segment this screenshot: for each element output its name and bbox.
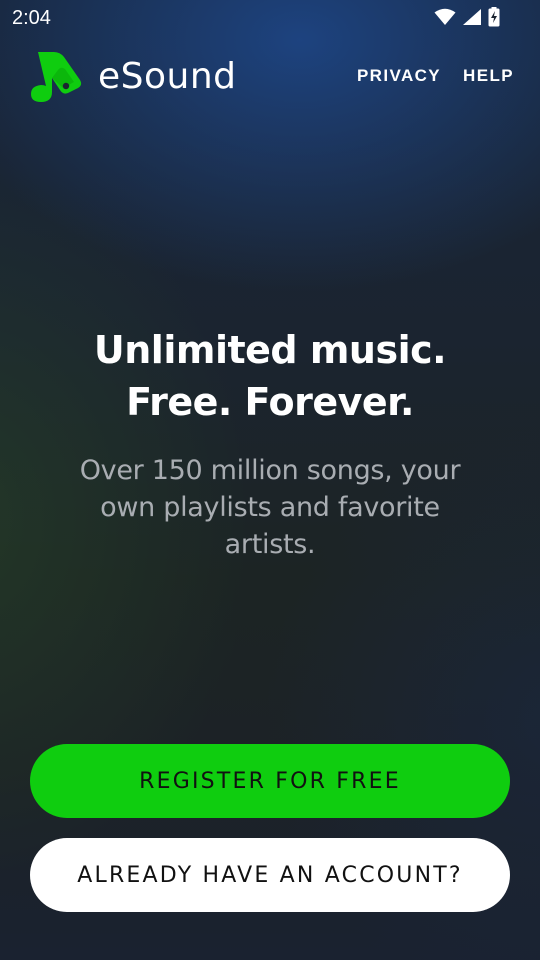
hero-subtitle: Over 150 million songs, your own playlis…: [79, 455, 461, 560]
status-icons: [434, 7, 500, 32]
register-button[interactable]: REGISTER FOR FREE: [30, 744, 510, 818]
help-link[interactable]: HELP: [463, 66, 514, 86]
esound-logo: eSound: [28, 48, 237, 104]
login-button[interactable]: ALREADY HAVE AN ACCOUNT?: [30, 838, 510, 912]
status-time: 2:04: [12, 7, 51, 29]
hero-title-line2: Free. Forever.: [126, 380, 414, 424]
wifi-icon: [434, 8, 456, 31]
privacy-link[interactable]: PRIVACY: [357, 66, 441, 86]
header-nav: PRIVACY HELP: [357, 66, 514, 86]
hero-title: Unlimited music. Free. Forever.: [40, 324, 500, 428]
battery-charging-icon: [488, 7, 500, 32]
esound-logo-icon: [31, 52, 82, 102]
cellular-signal-icon: [462, 8, 482, 31]
hero-title-line1: Unlimited music.: [93, 328, 447, 372]
hero-section: Unlimited music. Free. Forever. Over 150…: [40, 324, 500, 563]
top-header: eSound PRIVACY HELP: [0, 44, 540, 108]
status-bar: 2:04: [0, 0, 540, 36]
brand-name: eSound: [98, 55, 237, 97]
